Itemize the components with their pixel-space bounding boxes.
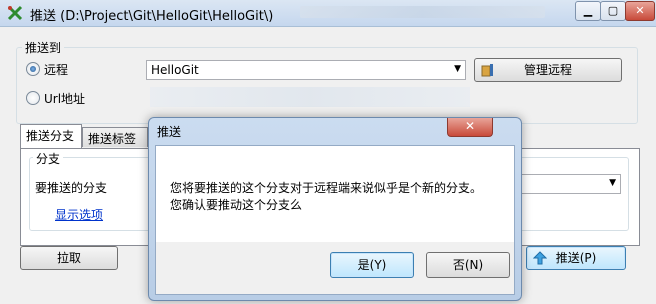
no-button-label: 否(N) — [452, 258, 484, 272]
show-options-link[interactable]: 显示选项 — [55, 206, 103, 223]
manage-remotes-label: 管理远程 — [523, 63, 572, 77]
chevron-down-icon: ▼ — [454, 64, 461, 74]
minimize-icon: ▁ — [583, 4, 593, 17]
remote-radio-label: 远程 — [44, 63, 69, 77]
chevron-down-icon: ▼ — [609, 178, 616, 188]
dialog-message: 您将要推送的这个分支对于远程端来说似乎是个新的分支。 您确认要推动这个分支么 — [170, 180, 482, 214]
close-icon: ✕ — [464, 119, 476, 133]
title-blur — [300, 6, 545, 18]
url-radio-label: Url地址 — [44, 92, 86, 106]
url-field-blur — [150, 87, 470, 107]
push-arrow-icon — [533, 251, 547, 265]
window-client: 推送到 远程 HelloGit ▼ 管理远程 Url地址 推送分支 推送标签 推… — [0, 27, 656, 304]
no-button[interactable]: 否(N) — [426, 252, 510, 278]
yes-button-label: 是(Y) — [357, 258, 387, 272]
branch-legend: 分支 — [33, 150, 64, 167]
git-app-icon — [7, 5, 23, 21]
remote-radio[interactable] — [26, 62, 40, 76]
manage-remotes-button[interactable]: 管理远程 — [474, 58, 622, 82]
dialog-body: 您将要推送的这个分支对于远程端来说似乎是个新的分支。 您确认要推动这个分支么 是… — [155, 145, 515, 295]
tab-push-branch-active[interactable]: 推送分支 — [20, 124, 82, 149]
branch-to-push-label: 要推送的分支 — [35, 181, 108, 195]
confirm-dialog: 推送 ✕ 您将要推送的这个分支对于远程端来说似乎是个新的分支。 您确认要推动这个… — [148, 117, 522, 301]
tab-push-tags[interactable]: 推送标签 — [82, 127, 148, 147]
remote-select[interactable]: HelloGit ▼ — [146, 60, 466, 80]
pull-button-label: 拉取 — [56, 251, 81, 265]
dialog-message-line-2: 您确认要推动这个分支么 — [170, 198, 303, 212]
url-radio[interactable] — [26, 91, 40, 105]
push-button[interactable]: 推送(P) — [526, 246, 626, 270]
push-to-legend: 推送到 — [22, 39, 65, 56]
pull-button[interactable]: 拉取 — [20, 246, 118, 270]
window-title: 推送 (D:\Project\Git\HelloGit\HelloGit\) — [30, 9, 274, 24]
dialog-title: 推送 — [157, 125, 182, 139]
dialog-message-line-1: 您将要推送的这个分支对于远程端来说似乎是个新的分支。 — [170, 181, 483, 195]
close-button[interactable]: ✕ — [625, 1, 655, 21]
remote-select-value: HelloGit — [151, 63, 199, 77]
window-titlebar: 推送 (D:\Project\Git\HelloGit\HelloGit\) ▁… — [0, 0, 656, 27]
push-button-label: 推送(P) — [555, 251, 597, 265]
tab-push-branch-active-label: 推送分支 — [26, 129, 75, 143]
maximize-button[interactable]: ▢ — [600, 1, 626, 21]
tab-push-tags-label: 推送标签 — [88, 132, 137, 146]
maximize-icon: ▢ — [607, 4, 619, 17]
dialog-close-button[interactable]: ✕ — [447, 118, 493, 137]
minimize-button[interactable]: ▁ — [575, 1, 601, 21]
dialog-message-area: 您将要推送的这个分支对于远程端来说似乎是个新的分支。 您确认要推动这个分支么 — [156, 146, 514, 242]
yes-button[interactable]: 是(Y) — [330, 252, 414, 278]
close-icon: ✕ — [635, 4, 645, 17]
remote-manage-icon — [481, 64, 493, 77]
